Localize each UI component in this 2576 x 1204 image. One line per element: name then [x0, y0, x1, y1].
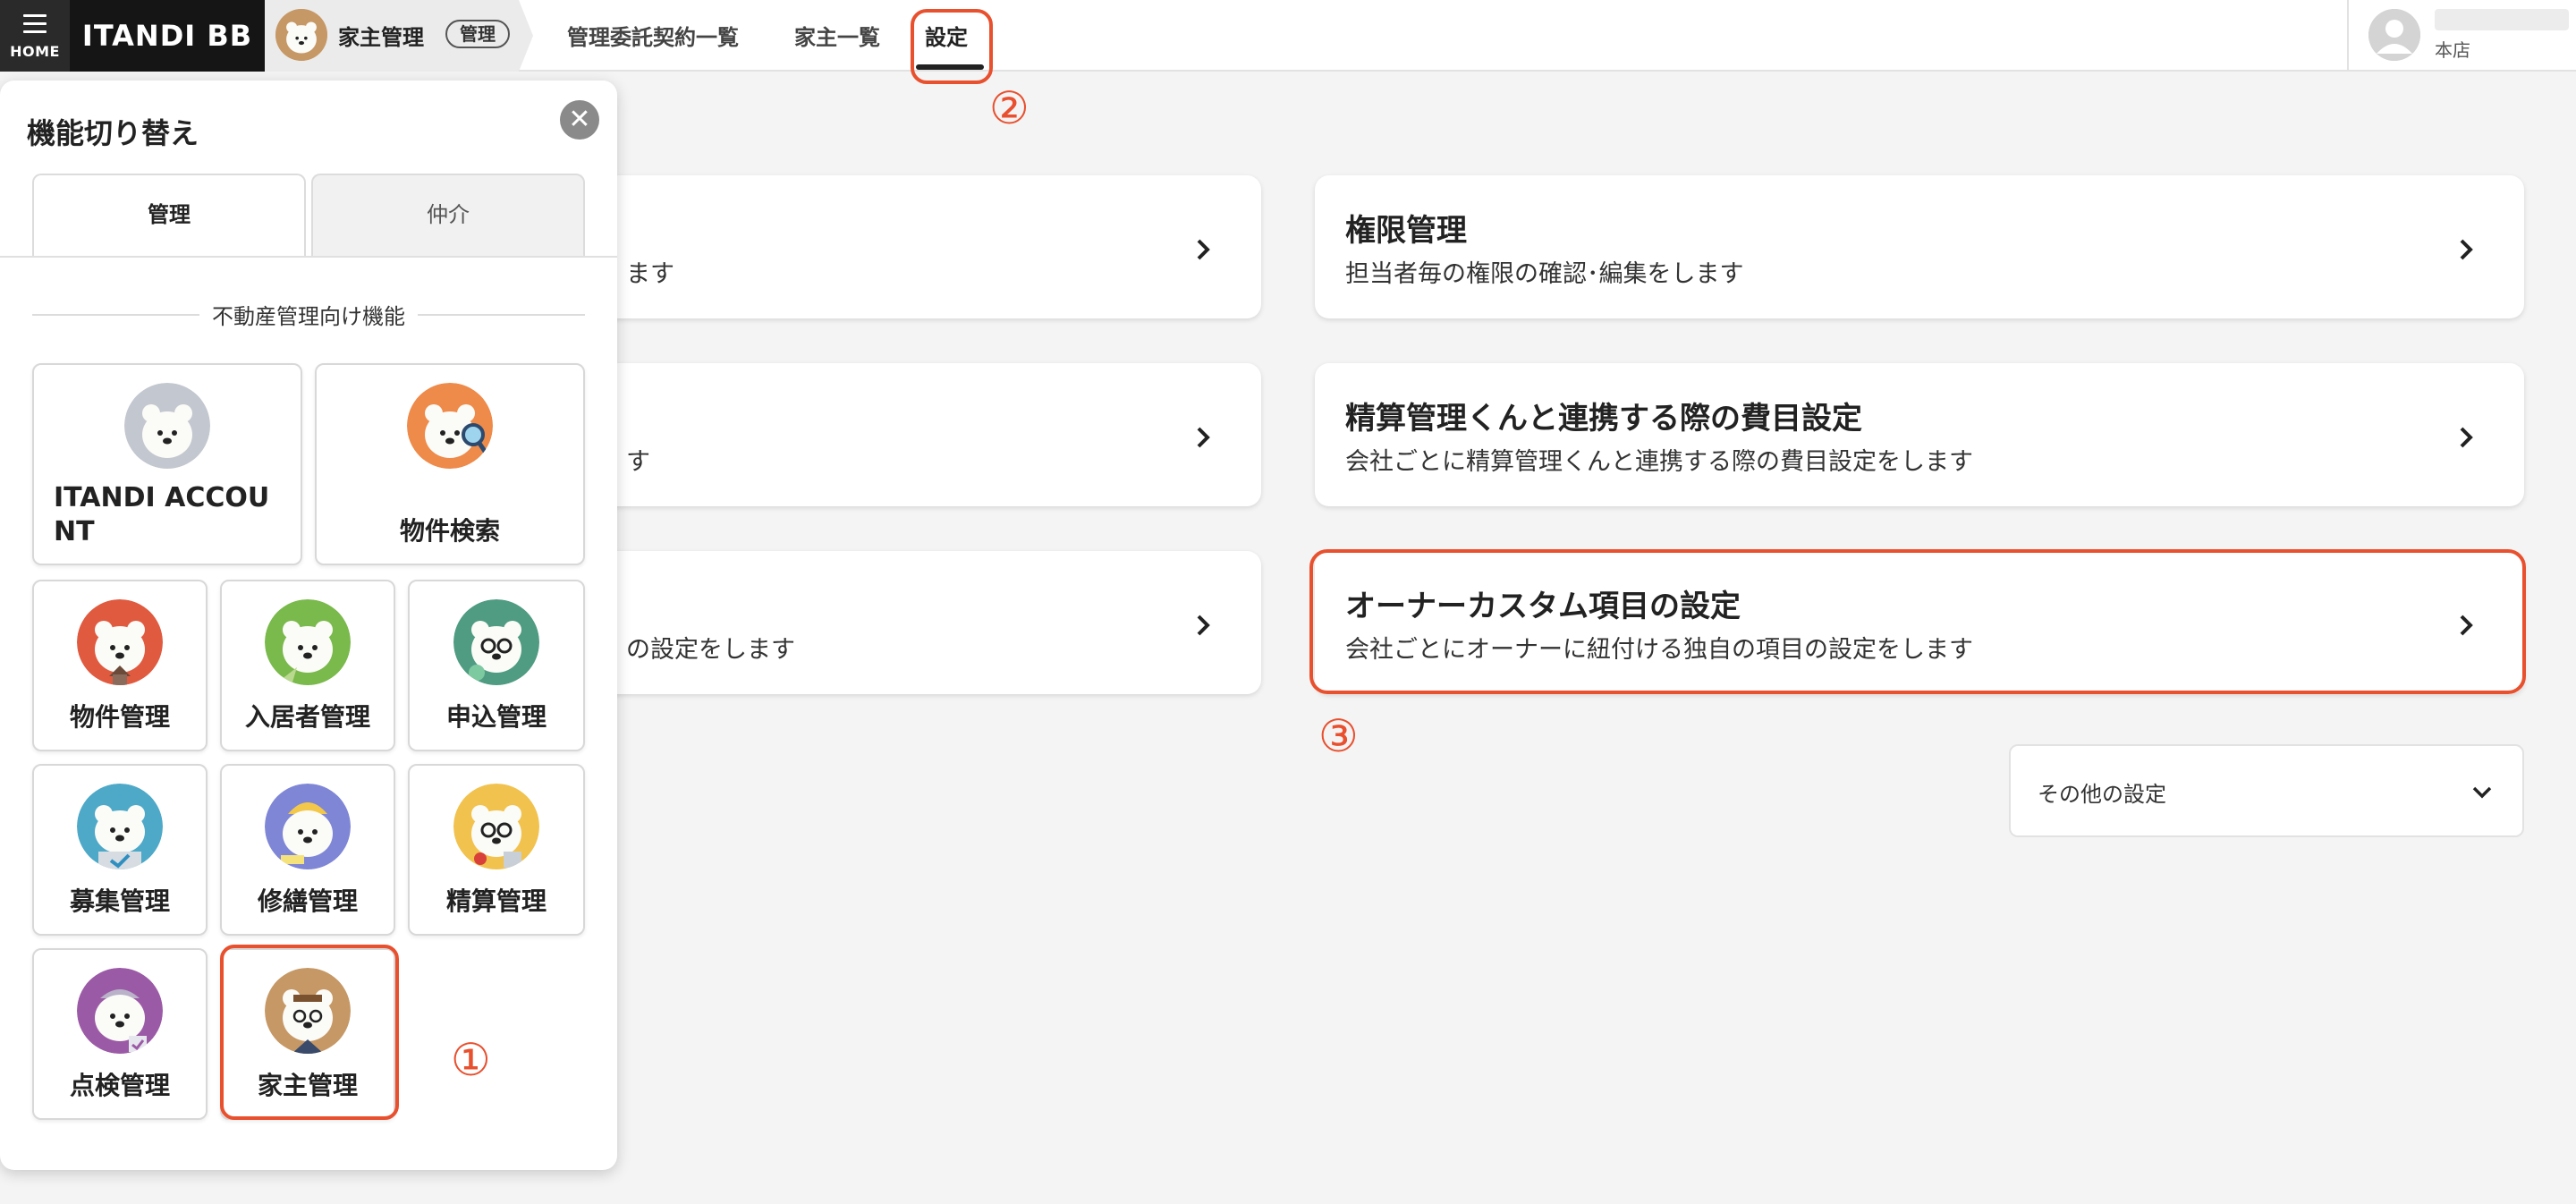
- tile-repair-management[interactable]: 修繕管理: [220, 764, 395, 936]
- tile-label: 精算管理: [445, 886, 547, 916]
- user-menu[interactable]: 本店: [2347, 0, 2576, 72]
- tile-resident-management[interactable]: 入居者管理: [220, 580, 395, 751]
- tile-label: ITANDI ACCOUNT: [54, 482, 270, 547]
- recruit-bear-icon: [77, 784, 163, 869]
- tile-application-management[interactable]: 申込管理: [408, 580, 585, 751]
- settings-card-expense-items[interactable]: 精算管理くんと連携する際の費目設定 会社ごとに精算管理くんと連携する際の費目設定…: [1315, 363, 2524, 506]
- settings-card-permissions[interactable]: 権限管理 担当者毎の権限の確認･編集をします: [1315, 175, 2524, 318]
- property-bear-icon: [77, 599, 163, 685]
- card-description: の設定をします: [626, 636, 795, 664]
- annotation-2: ②: [989, 82, 1030, 134]
- chevron-right-icon: [2460, 239, 2473, 260]
- annotation-1: ①: [451, 1034, 491, 1086]
- card-title: 精算管理くんと連携する際の費目設定: [1345, 401, 1862, 437]
- card-description: ます: [626, 260, 674, 288]
- owner-tile-highlight: [220, 945, 399, 1120]
- repair-bear-icon: [265, 784, 351, 869]
- tile-itandi-account[interactable]: ITANDI ACCOUNT: [32, 363, 302, 565]
- chevron-right-icon: [1197, 615, 1210, 636]
- other-settings-dropdown[interactable]: その他の設定: [2009, 744, 2524, 837]
- other-settings-label: その他の設定: [2038, 782, 2166, 807]
- tile-settlement-management[interactable]: 精算管理: [408, 764, 585, 936]
- tile-label: 物件検索: [399, 516, 500, 546]
- owner-custom-card-highlight: [1309, 549, 2526, 694]
- home-menu-button[interactable]: HOME: [0, 0, 70, 72]
- tile-label: 申込管理: [445, 702, 547, 732]
- settlement-bear-icon: [453, 784, 539, 869]
- tab-brokerage[interactable]: 仲介: [311, 174, 585, 258]
- close-icon[interactable]: ✕: [560, 100, 599, 140]
- section-heading: 不動産管理向け機能: [32, 299, 585, 330]
- annotation-3: ③: [1318, 710, 1359, 762]
- card-title: 権限管理: [1345, 213, 1467, 249]
- card-description: 担当者毎の権限の確認･編集をします: [1345, 260, 1744, 288]
- user-name-redacted: [2435, 9, 2569, 30]
- account-bear-icon: [124, 383, 210, 469]
- breadcrumb-title: 家主管理: [338, 25, 424, 50]
- tile-label: 点検管理: [69, 1071, 170, 1100]
- chevron-right-icon: [1197, 239, 1210, 260]
- tile-label: 募集管理: [69, 886, 170, 916]
- chevron-right-icon: [1197, 427, 1210, 448]
- inspection-bear-icon: [77, 968, 163, 1054]
- tab-management[interactable]: 管理: [32, 174, 306, 258]
- tab-divider: [0, 256, 617, 258]
- nav-management-contracts[interactable]: 管理委託契約一覧: [567, 20, 739, 51]
- nav-owner-list[interactable]: 家主一覧: [794, 20, 880, 51]
- tile-recruitment-management[interactable]: 募集管理: [32, 764, 208, 936]
- tile-property-search[interactable]: 物件検索: [315, 363, 585, 565]
- search-bear-icon: [407, 383, 493, 469]
- panel-title: 機能切り替え: [27, 116, 199, 150]
- user-avatar-icon: [2368, 9, 2420, 61]
- tile-label: 物件管理: [69, 702, 170, 732]
- tile-property-management[interactable]: 物件管理: [32, 580, 208, 751]
- user-branch: 本店: [2435, 39, 2470, 61]
- resident-bear-icon: [265, 599, 351, 685]
- card-description: 会社ごとに精算管理くんと連携する際の費目設定をします: [1345, 448, 1973, 476]
- chevron-right-icon: [2460, 427, 2473, 448]
- brand-logo[interactable]: ITANDI BB: [70, 0, 265, 72]
- breadcrumb-badge: 管理: [445, 20, 510, 48]
- home-label: HOME: [10, 43, 60, 60]
- section-heading-text: 不動産管理向け機能: [199, 299, 418, 330]
- card-description: す: [626, 448, 650, 476]
- chevron-down-icon: [2472, 786, 2492, 799]
- application-bear-icon: [453, 599, 539, 685]
- breadcrumb[interactable]: 家主管理 管理: [265, 0, 533, 72]
- tile-inspection-management[interactable]: 点検管理: [32, 948, 208, 1120]
- top-bar: HOME ITANDI BB 家主管理 管理 管理委託契約一覧 家主一覧 設定 …: [0, 0, 2576, 72]
- hamburger-icon: [23, 14, 47, 34]
- tile-label: 修繕管理: [257, 886, 358, 916]
- owner-bear-icon: [275, 9, 327, 61]
- settings-tab-highlight: [911, 9, 993, 84]
- tile-label: 入居者管理: [244, 702, 370, 732]
